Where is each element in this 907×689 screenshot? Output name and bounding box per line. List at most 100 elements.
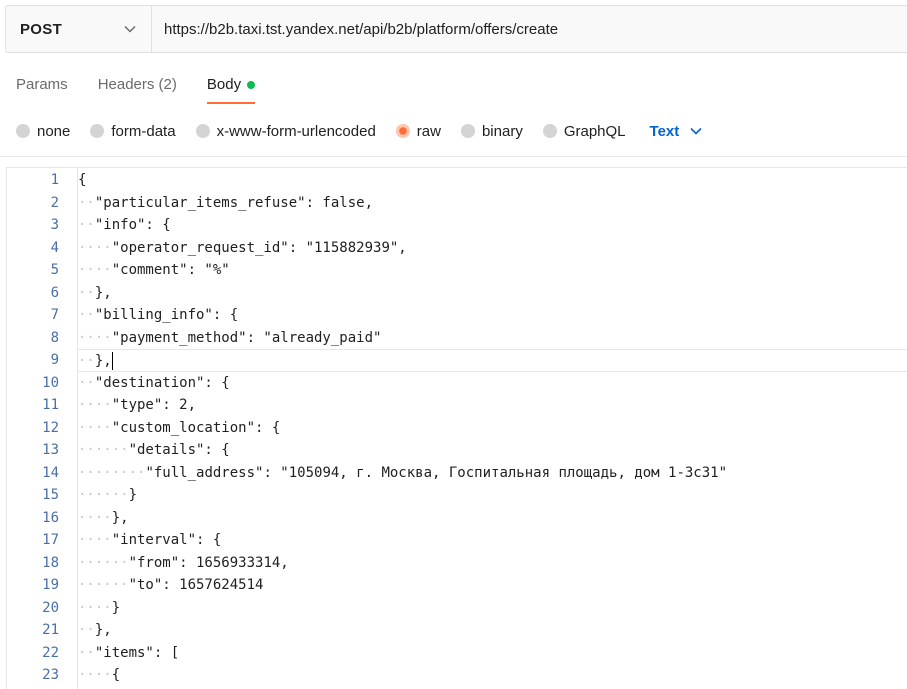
radio-binary[interactable]: binary [460, 123, 523, 140]
code-line: ··}, [78, 349, 907, 372]
line-number: 7 [50, 307, 59, 323]
code-line: ········"full_address": "105094, г. Моск… [78, 462, 907, 485]
raw-format-select[interactable]: Text [650, 123, 704, 140]
code-text: "operator_request_id": "115882939", [111, 239, 407, 256]
code-line: ··}, [78, 282, 907, 305]
code-line: ····} [78, 597, 907, 620]
radio-label: x-www-form-urlencoded [216, 122, 376, 140]
code-text: } [111, 599, 121, 616]
code-line: ······"from": 1656933314, [78, 552, 907, 575]
code-text: "info": { [94, 217, 171, 233]
line-number: 18 [42, 554, 59, 571]
line-number: 1 [50, 172, 59, 188]
whitespace-marker: ···· [78, 532, 112, 548]
radio-graphql[interactable]: GraphQL [542, 122, 626, 140]
tab-params[interactable]: Params [16, 76, 68, 104]
body-type-selector: none form-data x-www-form-urlencoded raw… [16, 121, 703, 141]
code-text: { [78, 172, 87, 188]
tab-body[interactable]: Body [206, 76, 256, 104]
code-line: ······"details": { [78, 439, 907, 462]
radio-icon [460, 124, 475, 138]
url-input[interactable]: https://b2b.taxi.tst.yandex.net/api/b2b/… [152, 21, 558, 38]
whitespace-marker: ···· [78, 262, 112, 278]
radio-icon [195, 124, 210, 138]
whitespace-marker: ···· [78, 667, 112, 683]
code-text: "interval": { [111, 532, 222, 548]
whitespace-marker: ·· [78, 374, 95, 391]
tab-label: Headers (2) [97, 76, 177, 93]
code-text: "payment_method": "already_paid" [111, 329, 382, 346]
code-text: "particular_items_refuse": false, [94, 194, 374, 211]
radio-x-www-form-urlencoded[interactable]: x-www-form-urlencoded [195, 122, 376, 140]
code-line: ····"payment_method": "already_paid" [78, 327, 907, 350]
code-line: ····"operator_request_id": "115882939", [78, 237, 907, 260]
divider [0, 156, 907, 157]
method-select[interactable]: POST [6, 6, 152, 52]
line-number: 5 [50, 262, 59, 278]
radio-raw[interactable]: raw [395, 122, 441, 140]
code-line: ····}, [78, 507, 907, 530]
tab-label: Body [206, 76, 242, 93]
radio-selected-icon [395, 124, 410, 138]
code-text: }, [94, 353, 112, 369]
code-line: ··"destination": { [78, 372, 907, 395]
method-label: POST [20, 20, 63, 38]
line-number: 19 [42, 577, 59, 593]
whitespace-marker: ·· [78, 353, 95, 369]
code-text: }, [111, 509, 129, 526]
tab-headers[interactable]: Headers (2) [98, 76, 177, 104]
radio-label: raw [416, 122, 441, 140]
radio-none[interactable]: none [16, 123, 70, 140]
whitespace-marker: ···· [78, 419, 112, 436]
radio-label: form-data [111, 122, 176, 140]
whitespace-marker: ···· [78, 239, 112, 256]
code-text: "type": 2, [111, 397, 197, 413]
whitespace-marker: ······ [78, 554, 129, 571]
whitespace-marker: ······ [78, 487, 129, 503]
request-bar: POST https://b2b.taxi.tst.yandex.net/api… [5, 5, 907, 53]
radio-label: GraphQL [563, 122, 626, 140]
whitespace-marker: ·· [78, 307, 95, 323]
line-number: 11 [42, 397, 59, 413]
code-text: { [111, 667, 121, 683]
chevron-down-icon [689, 124, 703, 138]
line-number: 21 [42, 622, 59, 638]
whitespace-marker: ···· [78, 397, 112, 413]
code-line: ··"particular_items_refuse": false, [78, 192, 907, 215]
code-text: "comment": "%" [111, 262, 230, 278]
code-line: ······"to": 1657624514 [78, 574, 907, 597]
code-text: "custom_location": { [111, 419, 281, 436]
line-number: 3 [50, 217, 59, 233]
line-number: 15 [42, 487, 59, 503]
line-number: 12 [42, 419, 59, 436]
body-editor[interactable]: 1 2 3 4 5 6 7 8 9 10 11 12 13 14 15 16 17 18 19 20 21 22 23 {·… [6, 167, 907, 689]
radio-icon [90, 124, 105, 138]
whitespace-marker: ·· [78, 217, 95, 233]
chevron-down-icon [123, 22, 137, 36]
line-number: 9 [50, 352, 59, 368]
line-number: 14 [42, 464, 59, 481]
code-text: "items": [ [94, 644, 180, 661]
code-text: } [128, 487, 138, 503]
tab-label: Params [16, 76, 68, 93]
code-text: "details": { [128, 442, 230, 458]
line-number: 13 [42, 442, 59, 458]
radio-label: none [37, 122, 71, 140]
whitespace-marker: ·· [78, 622, 95, 638]
request-tabs: Params Headers (2) Body [16, 76, 285, 104]
code-line: ····"type": 2, [78, 394, 907, 417]
line-number: 17 [42, 532, 59, 548]
code-text: "from": 1656933314, [128, 554, 289, 571]
line-number: 2 [50, 194, 59, 211]
code-text: "billing_info": { [94, 307, 239, 323]
whitespace-marker: ········ [78, 464, 146, 481]
line-number: 4 [50, 239, 59, 256]
radio-form-data[interactable]: form-data [90, 122, 176, 140]
code-area[interactable]: {··"particular_items_refuse": false, ··"i… [77, 168, 907, 689]
code-text: }, [94, 622, 112, 638]
code-text: "destination": { [94, 374, 230, 391]
line-number: 8 [50, 329, 59, 346]
whitespace-marker: ·· [78, 194, 95, 211]
line-number: 6 [50, 284, 59, 301]
whitespace-marker: ···· [78, 599, 112, 616]
